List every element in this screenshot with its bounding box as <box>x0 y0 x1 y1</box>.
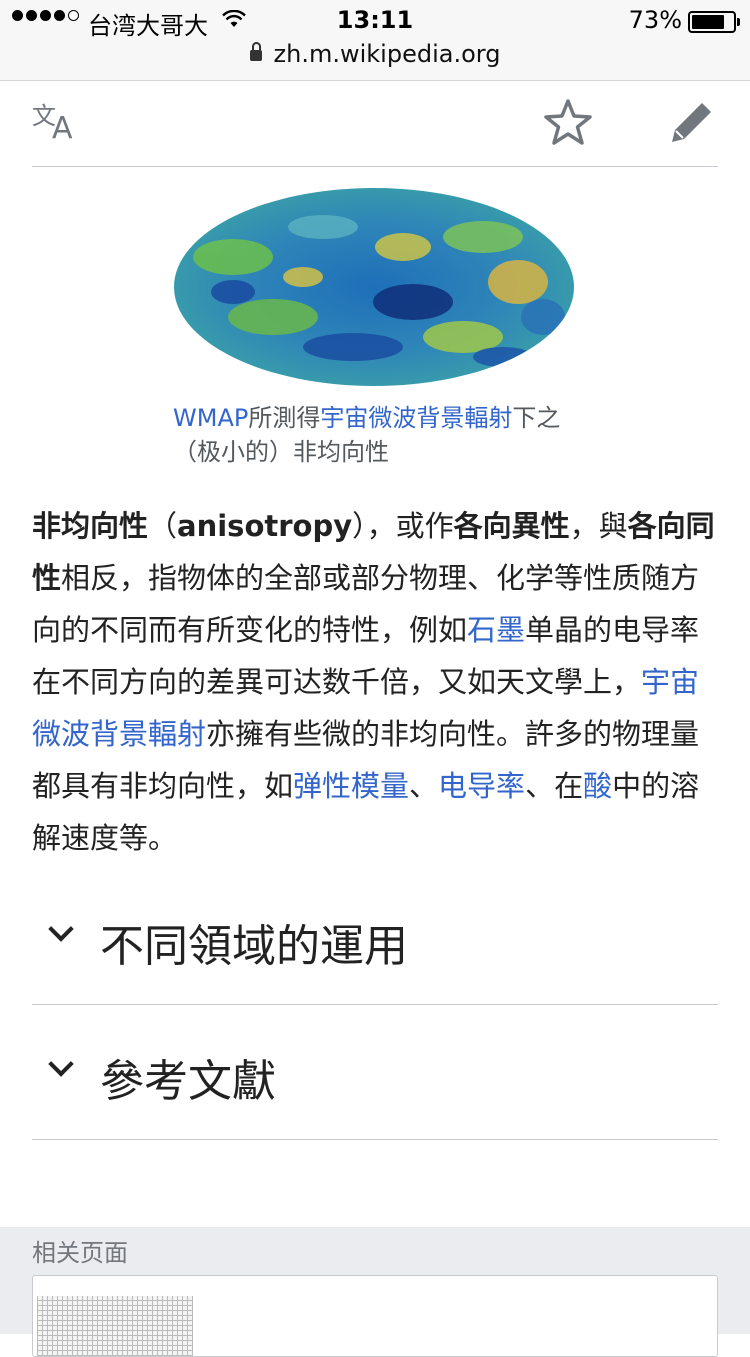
term-bold: 各向異性 <box>453 509 570 543</box>
related-page-card[interactable] <box>32 1275 718 1357</box>
cmb-map-image[interactable] <box>173 187 575 387</box>
caption-link-cmb[interactable]: 宇宙微波背景輻射 <box>320 404 512 432</box>
related-page-thumbnail <box>37 1296 193 1356</box>
link-conductivity[interactable]: 电导率 <box>438 769 525 803</box>
translate-icon[interactable]: 文 A <box>32 100 84 149</box>
star-icon[interactable] <box>544 98 592 150</box>
url-text: zh.m.wikipedia.org <box>273 40 501 68</box>
article-figure: WMAP所測得宇宙微波背景輻射下之（极小的）非均向性 <box>173 187 577 469</box>
text: （ <box>148 509 178 543</box>
related-pages: 相关页面 <box>0 1227 750 1357</box>
article-paragraph: 非均向性（anisotropy），或作各向異性，與各向同性相反，指物体的全部或部… <box>32 500 718 864</box>
text: ），或作 <box>352 509 454 543</box>
section-title: 不同領域的運用 <box>100 921 408 972</box>
pencil-icon[interactable] <box>666 98 716 150</box>
status-bar: 台湾大哥大 13:11 73% zh.m.wikipedia.org <box>0 0 750 81</box>
caption-text: 所測得 <box>248 404 321 432</box>
text: ，與 <box>569 509 628 543</box>
svg-text:A: A <box>52 111 73 140</box>
battery-percentage: 73% <box>628 6 682 34</box>
address-bar[interactable]: zh.m.wikipedia.org <box>0 40 750 68</box>
chevron-down-icon <box>48 1051 74 1077</box>
section-title: 參考文獻 <box>100 1056 276 1107</box>
text: 、 <box>409 769 439 803</box>
caption-link-wmap[interactable]: WMAP <box>173 404 248 432</box>
battery-icon <box>688 11 740 33</box>
term-bold: 非均向性 <box>32 509 149 543</box>
link-elastic-modulus[interactable]: 弹性模量 <box>293 769 409 803</box>
lock-icon <box>249 42 262 61</box>
section-references[interactable]: 參考文獻 <box>32 1005 718 1140</box>
link-graphite[interactable]: 石墨 <box>467 613 525 647</box>
related-pages-heading: 相关页面 <box>32 1239 128 1267</box>
chevron-down-icon <box>48 916 74 942</box>
section-applications[interactable]: 不同領域的運用 <box>32 870 718 1005</box>
text: 、在 <box>525 769 584 803</box>
page-actions-toolbar: 文 A <box>32 80 718 167</box>
link-acid[interactable]: 酸 <box>583 769 612 803</box>
term-english: anisotropy <box>177 509 353 543</box>
figure-caption: WMAP所測得宇宙微波背景輻射下之（极小的）非均向性 <box>173 401 573 469</box>
